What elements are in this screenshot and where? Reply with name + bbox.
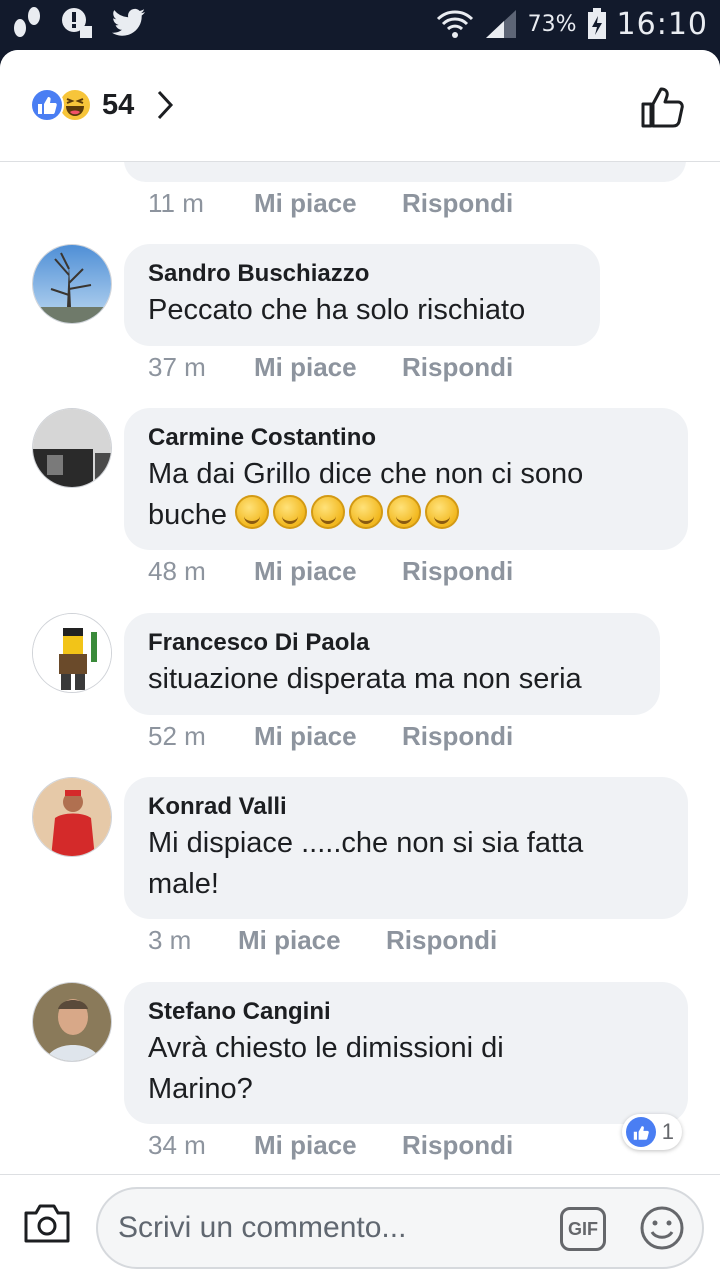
comment-author[interactable]: Konrad Valli: [148, 791, 664, 823]
reaction-count: 54: [102, 88, 135, 121]
comment-author[interactable]: Stefano Cangini: [148, 996, 664, 1028]
chevron-right-icon[interactable]: [156, 90, 174, 120]
comment-time: 34 m: [148, 1130, 206, 1160]
comment-author[interactable]: Sandro Buschiazzo: [148, 258, 576, 290]
laughing-emoji-icon: [387, 495, 422, 529]
reply-button[interactable]: Rispondi: [402, 556, 513, 587]
comment-bubble: Sandro Buschiazzo Peccato che ha solo ri…: [124, 244, 600, 346]
reply-button[interactable]: Rispondi: [386, 925, 497, 956]
avatar[interactable]: [32, 777, 112, 857]
like-button[interactable]: Mi piace: [254, 556, 402, 587]
like-button[interactable]: Mi piace: [238, 925, 386, 956]
previous-comment-bubble: [124, 162, 686, 182]
comment-text-continued: buche: [148, 499, 228, 531]
comment-input-placeholder: Scrivi un commento...: [118, 1211, 407, 1244]
comments-list[interactable]: 11 m Mi piace Rispondi Sandro Buschiazzo…: [0, 162, 720, 1172]
alert-icon: [62, 8, 92, 38]
comment-text-continued: male!: [148, 868, 219, 900]
gif-button[interactable]: GIF: [560, 1207, 606, 1251]
reply-button[interactable]: Rispondi: [402, 721, 513, 752]
comment-time: 11 m: [148, 188, 204, 218]
camera-icon[interactable]: [22, 1201, 72, 1245]
comment-text: Mi dispiace .....che non si sia fatta: [148, 827, 584, 859]
comment-reaction-badge[interactable]: 1: [621, 1114, 682, 1150]
comment-author[interactable]: Francesco Di Paola: [148, 627, 636, 659]
comment-time: 52 m: [148, 721, 206, 751]
battery-percent: 73%: [527, 11, 577, 37]
comment-bubble: Carmine Costantino Ma dai Grillo dice ch…: [124, 408, 688, 550]
comment-reaction-count: 1: [661, 1119, 674, 1144]
like-button[interactable]: Mi piace: [254, 1130, 402, 1161]
comment-author[interactable]: Carmine Costantino: [148, 422, 664, 454]
reply-button[interactable]: Rispondi: [402, 1130, 513, 1161]
comment-text: Ma dai Grillo dice che non ci sono: [148, 458, 584, 490]
like-button[interactable]: Mi piace: [254, 352, 402, 383]
reply-button[interactable]: Rispondi: [402, 352, 513, 383]
comment-text-line: buche: [148, 495, 664, 536]
comment-time: 48 m: [148, 556, 206, 586]
comments-sheet: 54 11 m Mi piace Rispondi Sandro Buschia…: [0, 50, 720, 1280]
like-button[interactable]: Mi piace: [254, 188, 402, 219]
clock: 16:10: [616, 6, 708, 42]
comment-bubble: Stefano Cangini Avrà chiesto le dimissio…: [124, 982, 688, 1124]
comment-time: 3 m: [148, 925, 192, 955]
comment-meta: 11 m Mi piace Rispondi: [148, 188, 513, 219]
laughing-emoji-icon: [425, 495, 460, 529]
laughing-emoji-icon: [311, 495, 346, 529]
laughing-emoji-icon: [273, 495, 308, 529]
footprints-icon: [14, 7, 40, 37]
comment-bubble: Konrad Valli Mi dispiace .....che non si…: [124, 777, 688, 919]
wifi-icon: [436, 10, 473, 38]
comment-meta: 3 m Mi piace Rispondi: [148, 925, 497, 956]
reactions-summary[interactable]: 54: [30, 88, 174, 122]
like-icon[interactable]: [640, 86, 684, 128]
comment-composer: Scrivi un commento... GIF: [0, 1174, 720, 1280]
comment-meta: 48 m Mi piace Rispondi: [148, 556, 513, 587]
avatar[interactable]: [32, 613, 112, 693]
like-reaction-icon: [30, 88, 64, 122]
twitter-icon: [112, 8, 145, 36]
comment-bubble: Francesco Di Paola situazione disperata …: [124, 613, 660, 715]
avatar[interactable]: [32, 982, 112, 1062]
status-bar: 73% 16:10: [0, 0, 720, 48]
like-reaction-icon: [625, 1117, 656, 1147]
battery-icon: [587, 8, 606, 39]
comment-input[interactable]: Scrivi un commento... GIF: [96, 1187, 704, 1269]
comment-text: situazione disperata ma non seria: [148, 663, 582, 695]
comment-text: Peccato che ha solo rischiato: [148, 294, 526, 326]
avatar[interactable]: [32, 408, 112, 488]
signal-icon: [485, 10, 516, 38]
comment-meta: 52 m Mi piace Rispondi: [148, 721, 513, 752]
comment-text-continued: Marino?: [148, 1073, 253, 1105]
avatar[interactable]: [32, 244, 112, 324]
comment-meta: 34 m Mi piace Rispondi: [148, 1130, 513, 1161]
emoji-icon[interactable]: [638, 1204, 686, 1252]
sheet-header: 54: [0, 50, 720, 162]
laughing-emoji-icon: [235, 495, 270, 529]
comment-time: 37 m: [148, 352, 206, 382]
like-button[interactable]: Mi piace: [254, 721, 402, 752]
comment-text: Avrà chiesto le dimissioni di: [148, 1032, 504, 1064]
comment-meta: 37 m Mi piace Rispondi: [148, 352, 513, 383]
reply-button[interactable]: Rispondi: [402, 188, 513, 219]
laughing-emoji-icon: [349, 495, 384, 529]
